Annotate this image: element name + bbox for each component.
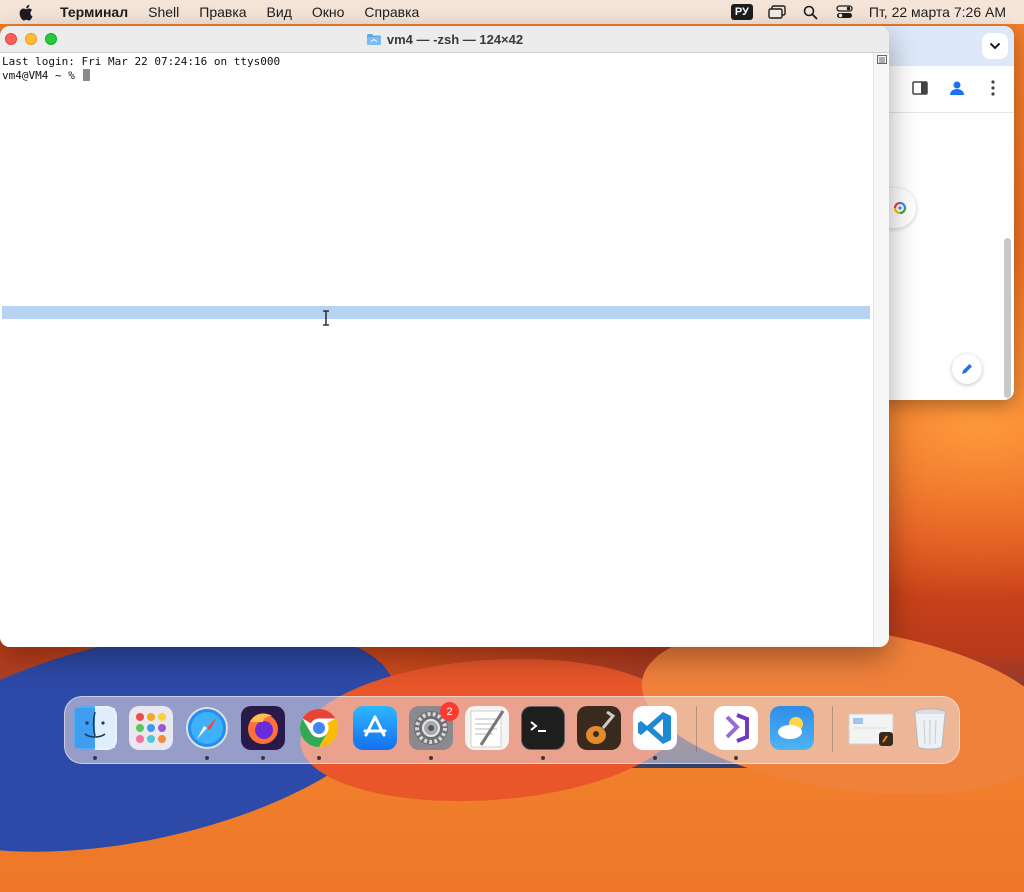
safari-icon[interactable]: [185, 706, 229, 750]
dock-separator: [832, 706, 833, 752]
menu-bar: Терминал Shell Правка Вид Окно Справка Р…: [0, 0, 1024, 24]
terminal-title: vm4 — -zsh — 124×42: [0, 26, 889, 52]
scroll-marker-icon[interactable]: [877, 55, 887, 64]
chrome-icon[interactable]: [297, 706, 341, 750]
more-icon[interactable]: [983, 78, 1003, 98]
running-indicator: [541, 756, 545, 760]
notification-badge: 2: [440, 702, 459, 721]
downloads-stack-icon[interactable]: [847, 706, 897, 750]
running-indicator: [653, 756, 657, 760]
terminal-cursor: [83, 69, 91, 81]
menu-clock[interactable]: Пт, 22 марта 7:26 AM: [869, 4, 1006, 20]
pencil-icon[interactable]: [952, 354, 982, 384]
terminal-scrollbar[interactable]: [873, 53, 889, 647]
garageband-icon[interactable]: [577, 706, 621, 750]
screen-mirroring-icon[interactable]: [767, 4, 787, 20]
control-center-icon[interactable]: [835, 4, 855, 20]
input-source-indicator[interactable]: РУ: [730, 4, 753, 20]
ibeam-cursor-icon: [323, 310, 329, 326]
terminal-content[interactable]: Last login: Fri Mar 22 07:24:16 on ttys0…: [0, 53, 873, 647]
folder-icon: [366, 33, 381, 45]
terminal-prompt-line: vm4@VM4 ~ %: [2, 69, 91, 83]
chrome-window[interactable]: [880, 26, 1014, 400]
menu-window[interactable]: Окно: [302, 0, 355, 24]
running-indicator: [734, 756, 738, 760]
text-selection-highlight: [2, 306, 870, 319]
vscode-icon[interactable]: [633, 706, 677, 750]
spotlight-search-icon[interactable]: [801, 4, 821, 20]
terminal-window[interactable]: vm4 — -zsh — 124×42 Last login: Fri Mar …: [0, 26, 889, 647]
menu-shell[interactable]: Shell: [138, 0, 189, 24]
trash-icon[interactable]: [908, 706, 952, 750]
profile-icon[interactable]: [947, 78, 967, 98]
menu-view[interactable]: Вид: [257, 0, 302, 24]
app-store-icon[interactable]: [353, 706, 397, 750]
terminal-title-text: vm4 — -zsh — 124×42: [386, 31, 524, 47]
menu-edit[interactable]: Правка: [189, 0, 256, 24]
menu-help[interactable]: Справка: [354, 0, 429, 24]
terminal-line: Last login: Fri Mar 22 07:24:16 on ttys0…: [2, 55, 281, 68]
weather-icon[interactable]: [770, 706, 814, 750]
sidebar-icon[interactable]: [910, 78, 930, 98]
running-indicator: [317, 756, 321, 760]
running-indicator: [429, 756, 433, 760]
apple-icon[interactable]: [18, 3, 36, 21]
dock-separator: [696, 706, 697, 752]
firefox-icon[interactable]: [241, 706, 285, 750]
textedit-icon[interactable]: [465, 706, 509, 750]
running-indicator: [93, 756, 97, 760]
chrome-scrollbar[interactable]: [1004, 238, 1011, 398]
launchpad-icon[interactable]: [129, 706, 173, 750]
running-indicator: [205, 756, 209, 760]
running-indicator: [261, 756, 265, 760]
visual-studio-icon[interactable]: [714, 706, 758, 750]
terminal-prompt: vm4@VM4 ~ %: [2, 69, 82, 82]
finder-icon[interactable]: [73, 706, 117, 750]
terminal-icon[interactable]: [521, 706, 565, 750]
menu-app-terminal[interactable]: Терминал: [50, 0, 138, 24]
chevron-down-icon[interactable]: [982, 33, 1008, 59]
